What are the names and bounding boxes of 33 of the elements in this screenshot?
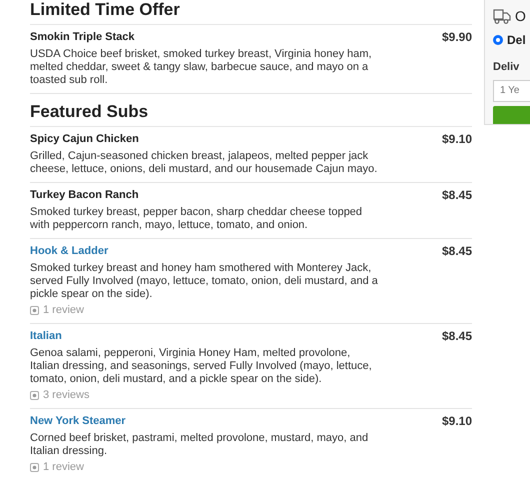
review-count-link[interactable]: 3 reviews [43,389,90,402]
item-price: $9.90 [442,30,472,44]
item-description: Smoked turkey breast, pepper bacon, sharp cheddar cheese topped with peppercorn ranch, mayo, lettuce, tomato, and onion. [30,206,364,232]
review-icon [30,463,39,472]
item-price: $9.10 [442,132,472,146]
item-description: Smoked turkey breast and honey ham smothered with Monterey Jack, served Fully Involved (mayo, lettuce, tomato, onion, deli mustard, and a pickle spear on the side). [30,262,379,301]
review-count-link[interactable]: 1 review [43,461,84,474]
item-name-link[interactable]: Italian [30,329,62,343]
item-description: Genoa salami, pepperoni, Virginia Honey Ham, melted provolone, Italian dressing, and seasonings, served Fully Involved (mayo, lettuce, tomato, onion, deli mustard, and a pickle spear on the side). [30,347,373,386]
radio-button[interactable] [493,35,503,45]
item-price: $9.10 [442,414,472,428]
item-price: $8.45 [442,329,472,343]
section-heading: Limited Time Offer [30,0,472,25]
item-price: $8.45 [442,188,472,202]
option-label[interactable]: Del [507,31,526,49]
section-heading: Featured Subs [30,102,472,127]
review-count-link[interactable]: 1 review [43,304,84,317]
item-name: Smokin Triple Stack [30,30,135,44]
item-name-link[interactable]: Hook & Ladder [30,244,108,258]
item-name: Spicy Cajun Chicken [30,132,139,146]
review-icon [30,306,39,315]
item-name-link[interactable]: New York Steamer [30,414,126,428]
truck-icon [493,9,511,24]
item-price: $8.45 [442,244,472,258]
submit-button[interactable] [493,106,530,124]
field-label: Deliv [493,60,520,75]
review-icon [30,391,39,400]
panel-title: O [515,7,526,26]
item-description: Corned beef brisket, pastrami, melted provolone, mustard, mayo, and Italian dressing. [30,432,370,458]
item-description: USDA Choice beef brisket, smoked turkey breast, Virginia honey ham, melted cheddar, sweet & tangy slaw, barbecue sauce, and mayo on a toasted sub roll. [30,48,373,87]
item-description: Grilled, Cajun-seasoned chicken breast, jalapeos, melted pepper jack cheese, lettuce, onions, deli mustard, and our housemade Cajun mayo. [30,150,378,176]
item-name: Turkey Bacon Ranch [30,188,139,202]
date-field[interactable]: 1 Ye [493,80,530,102]
